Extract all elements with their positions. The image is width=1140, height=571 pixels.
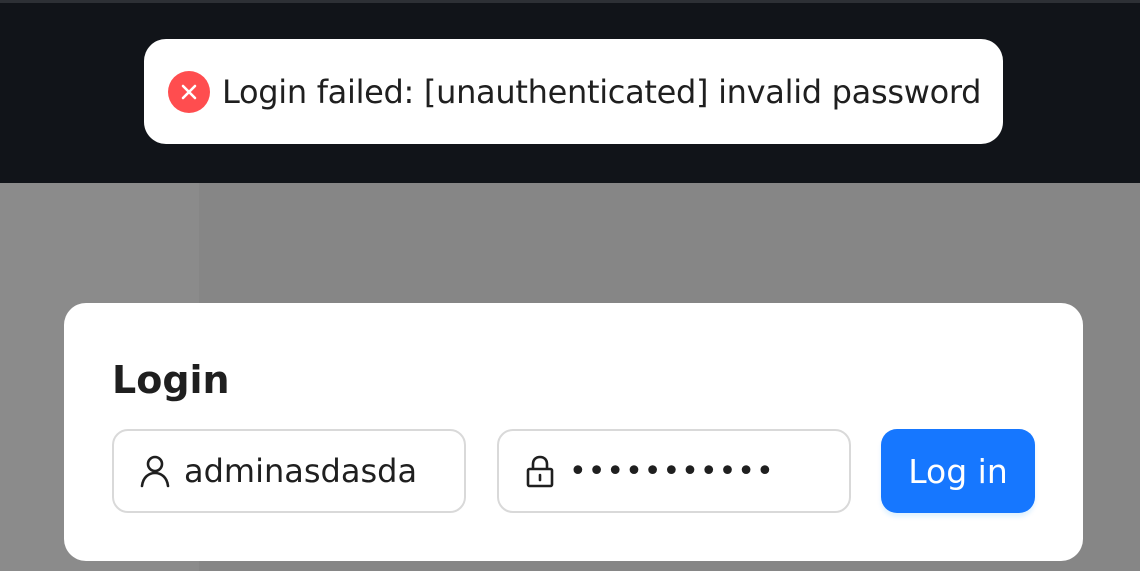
- error-close-icon: [168, 70, 210, 113]
- password-value: •••••••••••: [569, 453, 775, 489]
- password-field[interactable]: •••••••••••: [497, 429, 851, 513]
- toast-message: Login failed: [unauthenticated] invalid …: [222, 72, 982, 111]
- user-icon: [138, 454, 172, 488]
- error-toast: Login failed: [unauthenticated] invalid …: [144, 39, 1003, 144]
- login-card: Login adminasdasda ••••••••••• Log in: [64, 303, 1083, 561]
- login-button[interactable]: Log in: [881, 429, 1035, 513]
- login-title: Login: [112, 358, 230, 402]
- username-value: adminasdasda: [184, 452, 418, 490]
- lock-icon: [523, 454, 557, 488]
- username-field[interactable]: adminasdasda: [112, 429, 466, 513]
